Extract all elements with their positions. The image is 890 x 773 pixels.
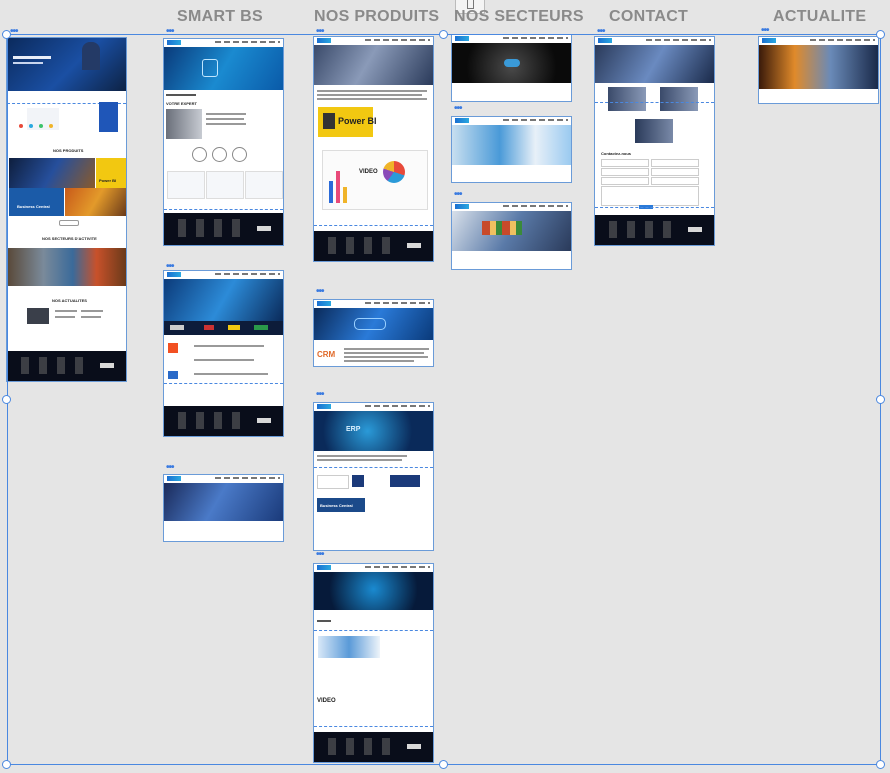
secteur2-hero-image [452,125,571,165]
home-hero-image [7,38,126,91]
erp-hero-image: ERP [314,411,433,451]
powerbi-dashboard-image: VIDEO [322,150,428,210]
actualite-hero-image [759,45,878,89]
contact-email-field[interactable] [601,177,649,185]
home-powerbi-tile: Power BI [96,158,126,188]
powerbi-video-label: VIDEO [359,169,378,175]
drag-dots-icon[interactable]: ••• [316,550,324,560]
smart-bs-votre-expert: VOTRE EXPERT [166,101,197,106]
smart-bs-footer [164,213,283,245]
secteur3-hero-image [452,211,571,251]
resize-handle-left[interactable] [2,395,11,404]
home-voir-plus-button[interactable] [59,220,79,226]
products4-footer [314,732,433,762]
drag-dots-icon[interactable]: ••• [454,104,462,114]
page-thumbnail-produits-crm[interactable]: CRM [313,299,434,367]
partners-footer [164,406,283,436]
smart-bs-card-1 [167,171,205,199]
column-title-smart-bs: SMART BS [177,8,263,25]
contact-subject-field[interactable] [651,177,699,185]
column-title-nos-secteurs: NOS SECTEURS [454,8,584,25]
page-thumbnail-smart-bs-3[interactable] [163,474,284,542]
contact-name-field[interactable] [601,159,649,167]
selection-frame [7,34,881,765]
home-sectors-image [8,248,126,286]
products4-video-label: VIDEO [317,698,336,704]
drag-dots-icon[interactable]: ••• [316,287,324,297]
home-nos-secteurs-heading: NOS SECTEURS D'ACTIVITE [42,236,97,241]
resize-handle-top-left[interactable] [2,30,11,39]
contact-firstname-field[interactable] [651,159,699,167]
page-thumbnail-produits-powerbi[interactable]: Power BI VIDEO [313,36,434,262]
drag-dots-icon[interactable]: ••• [761,26,769,36]
drag-dots-icon[interactable]: ••• [166,27,174,37]
secteur1-hero-image [452,43,571,83]
partners-logo-bar [164,321,283,335]
contact-hero-image [595,45,714,83]
smart-bs-hero-image [164,47,283,90]
smart-bs-card-3 [245,171,283,199]
home-news-image [27,308,49,324]
smart-bs-circle-1 [192,147,207,162]
page-thumbnail-contact[interactable]: Contactez-nous [594,36,715,246]
contact-office-image-1 [608,87,646,111]
home-nos-actualites-heading: NOS ACTUALITES [52,298,87,303]
smart-bs-circle-2 [212,147,227,162]
page-thumbnail-actualite[interactable] [758,36,879,104]
drag-dots-icon[interactable]: ••• [597,27,605,37]
powerbi-footer [314,231,433,261]
column-title-nos-produits: NOS PRODUITS [314,8,440,25]
column-title-actualite: ACTUALITE [773,8,867,25]
page-thumbnail-smart-bs-2[interactable] [163,270,284,437]
resize-handle-bottom[interactable] [439,760,448,769]
resize-handle-top[interactable] [439,30,448,39]
page-thumbnail-secteur-2[interactable] [451,116,572,183]
page-thumbnail-smart-bs[interactable]: VOTRE EXPERT [163,38,284,246]
resize-handle-top-right[interactable] [876,30,885,39]
drag-dots-icon[interactable]: ••• [166,463,174,473]
contact-company-field[interactable] [601,168,649,176]
column-title-contact: CONTACT [609,8,689,25]
crm-hero-image [314,308,433,340]
contact-form-heading: Contactez-nous [601,151,631,156]
page-thumbnail-secteur-3[interactable] [451,202,572,270]
page-thumbnail-home[interactable]: NOS PRODUITS Power BI Business Central N… [6,37,127,382]
resize-handle-bottom-right[interactable] [876,760,885,769]
partners-microsoft-logo [168,343,178,353]
resize-handle-bottom-left[interactable] [2,760,11,769]
drag-dots-icon[interactable]: ••• [10,27,18,37]
home-footer [7,351,126,381]
products4-image [318,636,380,658]
drag-dots-icon[interactable]: ••• [316,390,324,400]
partners-hero-image [164,279,283,321]
contact-office-image-2 [660,87,698,111]
contact-map-image [635,119,673,143]
home-business-central-tile: Business Central [9,188,64,216]
resize-handle-right[interactable] [876,395,885,404]
drag-dots-icon[interactable]: ••• [316,27,324,37]
home-nos-produits-heading: NOS PRODUITS [53,148,84,153]
drag-dots-icon[interactable]: ••• [454,190,462,200]
smart-bs-card-2 [206,171,244,199]
powerbi-logo-tile: Power BI [318,107,377,137]
crm-label: CRM [317,350,336,359]
home-product-image-1 [9,158,95,188]
smart-bs-team-image [166,109,202,139]
page-thumbnail-produits-4[interactable]: VIDEO [313,563,434,763]
page-thumbnail-secteur-1[interactable] [451,34,572,102]
powerbi-hero-image [314,45,433,85]
erp-business-central-tile: Business Central [317,498,365,512]
contact-footer [595,215,714,245]
smart-bs-circle-3 [232,147,247,162]
home-product-image-2 [65,188,126,216]
page-thumbnail-produits-erp[interactable]: ERP Business Central [313,402,434,551]
contact-phone-field[interactable] [651,168,699,176]
keyboard-hero-image [164,483,283,521]
products4-hero-image [314,572,433,610]
contact-message-field[interactable] [601,186,699,206]
home-side-image [99,102,118,132]
